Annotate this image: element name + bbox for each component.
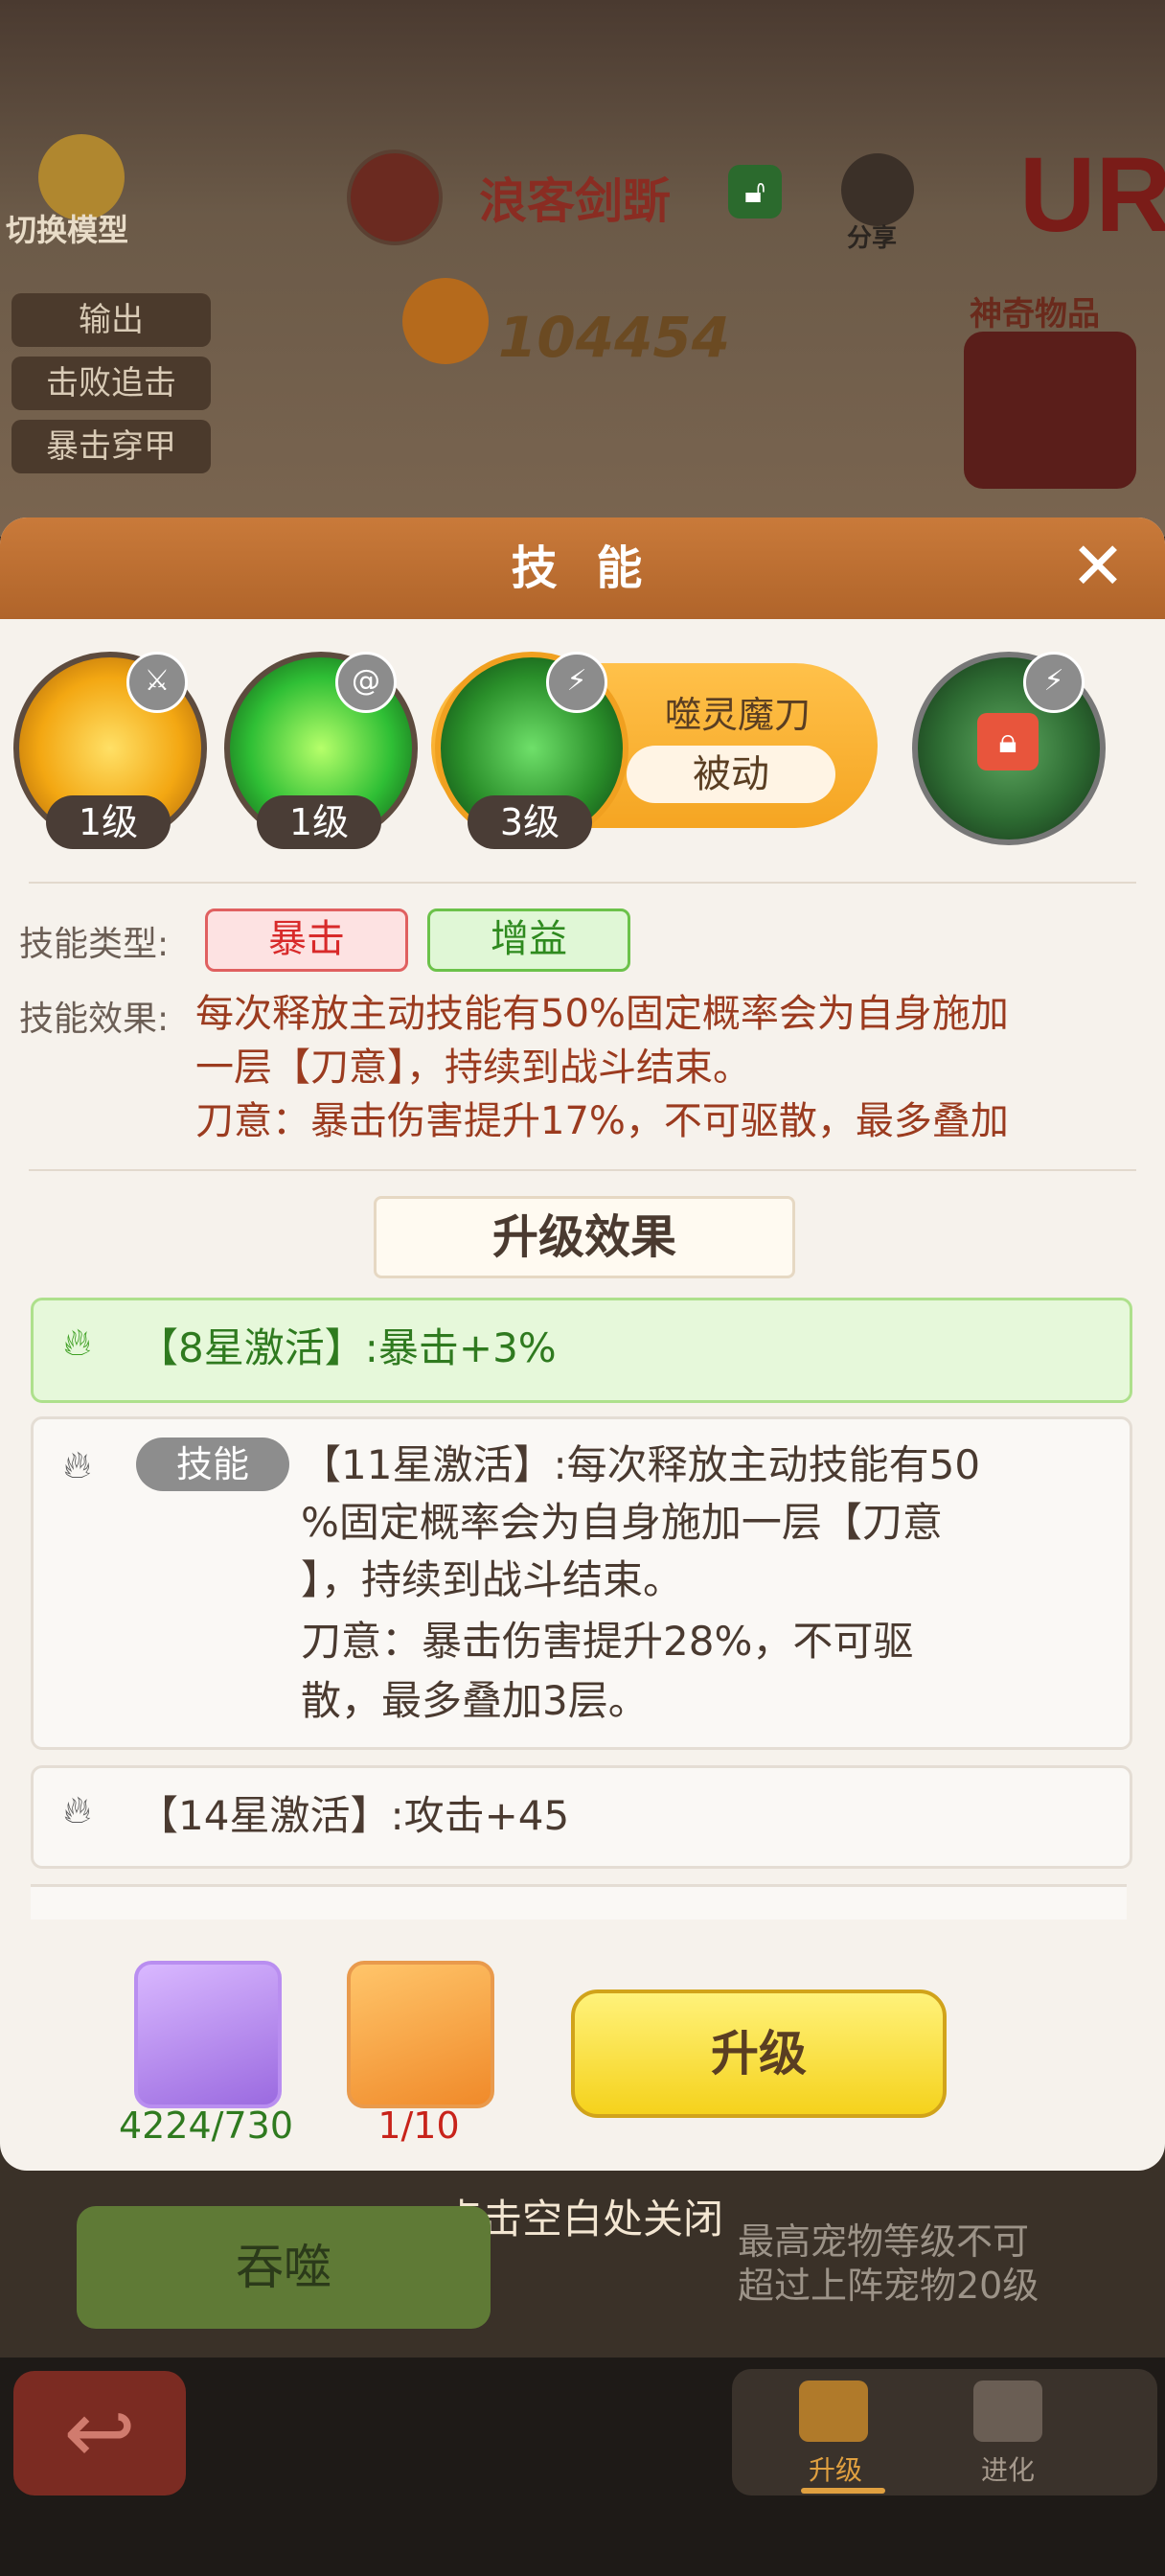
effect-11-line-3: 】，持续到战斗结束。 <box>301 1556 684 1603</box>
skill-effect-line-1: 每次释放主动技能有50%固定概率会为自身施加 <box>195 992 1009 1036</box>
rarity-badge: UR <box>1019 136 1165 254</box>
sword-icon: ⚔︎ <box>126 652 188 713</box>
effects-fade <box>31 1884 1127 1920</box>
flame-icon: 🔥︎ <box>63 1788 92 1832</box>
claw-icon-locked: ⚡︎ <box>1023 652 1085 713</box>
skill-effect-label: 技能效果: <box>19 1000 170 1039</box>
divider <box>29 882 1136 884</box>
share-icon[interactable] <box>841 153 914 226</box>
selected-skill-type: 被动 <box>627 746 835 803</box>
skill-level-3: 3级 <box>468 795 592 849</box>
swirl-icon: @ <box>335 652 397 713</box>
skill-tag-badge: 技能 <box>136 1438 289 1491</box>
upgrade-button[interactable]: 升级 <box>571 1990 947 2118</box>
effect-text-14-star: 【14星激活】:攻击+45 <box>138 1792 570 1839</box>
upgrade-tab-icon[interactable] <box>799 2380 868 2442</box>
skill-level-2: 1级 <box>257 795 381 849</box>
limit-text-line-1: 最高宠物等级不可 <box>738 2220 1030 2263</box>
flame-icon: 🔥︎ <box>63 1321 92 1365</box>
switch-model-label[interactable]: 切换模型 <box>6 206 128 250</box>
character-name: 浪客剑斲 <box>479 173 671 229</box>
crystal-icon[interactable] <box>134 1961 282 2108</box>
power-value: 104454 <box>498 305 731 370</box>
upgrade-effect-title: 升级效果 <box>374 1196 795 1278</box>
power-icon <box>402 278 489 364</box>
effect-11-line-5: 散，最多叠加3层。 <box>301 1677 649 1724</box>
lock-icon[interactable]: 🔓︎ <box>728 165 782 218</box>
skill-effect-line-2: 一层【刀意】，持续到战斗结束。 <box>195 1046 751 1090</box>
special-item-slot[interactable] <box>964 332 1136 489</box>
special-item-label: 神奇物品 <box>970 295 1100 334</box>
divider <box>29 1169 1136 1171</box>
share-label[interactable]: 分享 <box>847 218 897 254</box>
effect-11-line-4: 刀意：暴击伤害提升28%，不可驱 <box>301 1618 914 1665</box>
back-arrow-icon[interactable]: ↩︎ <box>13 2371 186 2496</box>
tag-output: 输出 <box>11 293 211 347</box>
close-icon[interactable]: ✕ <box>1067 535 1129 600</box>
tab-evolve[interactable]: 进化 <box>950 2450 1065 2488</box>
skill-effect-line-3: 刀意：暴击伤害提升17%，不可驱散，最多叠加 <box>195 1099 1009 1143</box>
tag-kill-chase: 击败追击 <box>11 356 211 410</box>
effect-text-8-star: 【8星激活】:暴击+3% <box>138 1324 557 1371</box>
element-icon <box>347 150 443 245</box>
tag-crit-pierce: 暴击穿甲 <box>11 420 211 473</box>
effect-11-line-1: 【11星激活】:每次释放主动技能有50 <box>301 1441 981 1488</box>
modal-title: 技 能 <box>511 541 654 595</box>
scroll-icon[interactable] <box>347 1961 494 2108</box>
tag-crit: 暴击 <box>205 908 408 972</box>
flame-icon: 🔥︎ <box>63 1443 92 1487</box>
tab-underline <box>801 2488 885 2494</box>
skill-level-1: 1级 <box>46 795 171 849</box>
padlock-icon: 🔒︎ <box>977 713 1039 770</box>
skill-type-label: 技能类型: <box>19 925 170 964</box>
claw-icon: ⚡︎ <box>546 652 607 713</box>
devour-button[interactable]: 吞噬 <box>77 2206 491 2329</box>
selected-skill-name: 噬灵魔刀 <box>664 694 811 736</box>
scroll-count: 1/10 <box>377 2104 460 2147</box>
limit-text-line-2: 超过上阵宠物20级 <box>738 2265 1039 2307</box>
tab-upgrade[interactable]: 升级 <box>778 2450 893 2488</box>
crystal-count: 4224/730 <box>118 2104 294 2147</box>
tag-buff: 增益 <box>427 908 630 972</box>
evolve-tab-icon[interactable] <box>973 2380 1042 2442</box>
effect-11-line-2: %固定概率会为自身施加一层【刀意 <box>301 1499 943 1546</box>
